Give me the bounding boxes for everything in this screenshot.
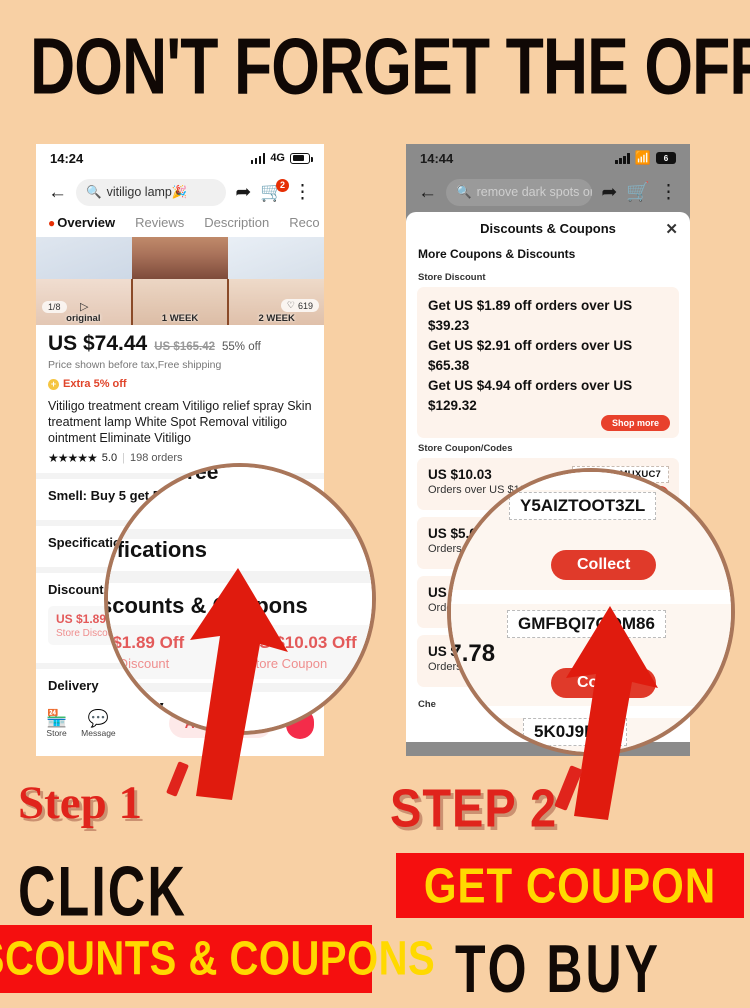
gallery-thumb[interactable]: 1/8 ▷ original (36, 279, 131, 325)
thumb-caption: 2 WEEK (258, 313, 295, 324)
gallery-counter: 1/8 (42, 301, 67, 313)
orders-count: 198 orders (129, 452, 183, 464)
step2-action-label: TO BUY (455, 931, 661, 1007)
product-gallery[interactable]: 1/8 ▷ original 1 WEEK ♡ 619 2 WEEK (36, 237, 324, 325)
mag-amount-tail-2: S $37.78 (448, 640, 496, 667)
step2-banner: GET COUPON (396, 853, 744, 918)
status-time: 14:44 (420, 150, 454, 166)
share-icon[interactable]: ➦ (235, 183, 251, 202)
tab-description[interactable]: Description (204, 215, 269, 230)
more-vertical-icon[interactable]: ⋮ (293, 183, 312, 202)
store-discount-box: Get US $1.89 off orders over US $39.23 G… (417, 287, 679, 438)
price-note: Price shown before tax,Free shipping (48, 359, 222, 371)
step1-banner: DISCOUNTS & COUPONS (0, 925, 435, 993)
gallery-thumb[interactable]: 1 WEEK (132, 279, 228, 325)
signal-bars-icon (250, 152, 266, 164)
status-bar: 14:24 4G (36, 144, 324, 172)
gallery-thumb[interactable]: ♡ 619 2 WEEK (229, 279, 324, 325)
like-count: 619 (297, 300, 314, 311)
search-value: remove dark spots on skin (476, 185, 593, 199)
store-button[interactable]: 🏪 Store (46, 708, 68, 738)
search-input[interactable]: 🔍 remove dark spots on skin (446, 178, 593, 206)
battery-icon: 6 (656, 152, 676, 164)
rating-row: ★★★★★ 5.0 | 198 orders (48, 451, 312, 465)
location-pin-icon: ◎ (339, 701, 354, 720)
stars-icon: ★★★★★ (48, 451, 98, 465)
search-icon: 🔍 (456, 184, 472, 199)
sheet-title: Discounts & Coupons ✕ (480, 220, 678, 238)
share-icon[interactable]: ➦ (601, 183, 617, 202)
step1-action-label: CLICK (18, 853, 187, 932)
arrow-pointing-to-discounts (190, 568, 288, 800)
mag-smell-tail: y 5 get 5 free (107, 463, 219, 484)
battery-icon (290, 152, 313, 164)
close-icon[interactable]: ✕ (665, 220, 678, 238)
back-arrow-icon[interactable]: ← (48, 183, 67, 202)
store-discount-line: Get US $1.89 off orders over US $39.23 (428, 298, 633, 333)
store-discount-label: Store Discount (418, 272, 486, 283)
store-discount-line: Get US $2.91 off orders over US $65.38 (428, 338, 633, 373)
thumb-caption: 1 WEEK (161, 313, 199, 324)
mag-coupon-code-top[interactable]: Y5AIZTOOT3ZL (509, 492, 657, 520)
extra-discount-badge: Extra 5% off (48, 378, 312, 390)
nav-bar: ← 🔍 vitiligo lamp🎉 ➦ 🛒 2 ⋮ (36, 172, 324, 212)
thumb-caption: original (66, 313, 101, 324)
rating-value: 5.0 (101, 452, 118, 464)
mag-collect-button[interactable]: Collect (551, 550, 657, 580)
coin-icon (48, 378, 59, 390)
product-info: US $74.44 US $165.42 55% off Price shown… (36, 325, 324, 465)
network-label: 4G (270, 152, 285, 164)
store-coupon-label: Store Coupon/Codes (418, 443, 513, 454)
divider: | (122, 452, 125, 464)
shop-more-button[interactable]: Shop more (600, 415, 670, 431)
sheet-subtitle: More Coupons & Discounts (418, 247, 576, 261)
discount-percent: 55% off (222, 341, 261, 353)
like-badge[interactable]: ♡ 619 (280, 299, 320, 312)
tab-recommend[interactable]: Reco (289, 215, 319, 230)
nav-bar: ← 🔍 remove dark spots on skin ➦ 🛒 ⋮ (406, 172, 690, 212)
step1-label: Step 1 (18, 777, 143, 829)
product-title: Vitiligo treatment cream Vitiligo relief… (48, 399, 312, 445)
tab-overview[interactable]: ● Overview (48, 215, 115, 230)
original-price: US $165.42 (154, 341, 215, 353)
tab-bar: ● Overview Reviews Description Reco (36, 212, 324, 237)
search-icon: 🔍 (86, 184, 102, 199)
search-value: vitiligo lamp🎉 (106, 184, 188, 199)
cart-badge: 2 (276, 178, 289, 192)
pin-icon: ● (48, 216, 56, 230)
cart-icon[interactable]: 🛒 2 (260, 178, 289, 202)
store-discount-line: Get US $4.94 off orders over US $129.32 (428, 378, 633, 413)
step2-label: STEP 2 (390, 777, 558, 839)
more-vertical-icon[interactable]: ⋮ (659, 183, 678, 202)
mag-check-fragment: Che (463, 720, 491, 737)
store-icon: 🏪 (46, 708, 68, 728)
wifi-icon: 📶 (634, 150, 651, 165)
extra-discount-label: Extra 5% off (63, 378, 127, 390)
current-price: US $74.44 (48, 332, 148, 355)
signal-bars-icon (615, 152, 630, 164)
status-bar: 14:44 📶 6 (406, 144, 690, 172)
page-title: DON'T FORGET THE OFFERS (30, 21, 750, 112)
tab-reviews[interactable]: Reviews (135, 215, 184, 230)
heart-icon: ♡ (286, 300, 295, 310)
status-time: 14:24 (50, 150, 84, 166)
cart-icon[interactable]: 🛒 (626, 183, 650, 202)
search-input[interactable]: 🔍 vitiligo lamp🎉 (76, 178, 227, 206)
play-icon[interactable]: ▷ (80, 300, 88, 313)
back-arrow-icon[interactable]: ← (418, 183, 437, 202)
